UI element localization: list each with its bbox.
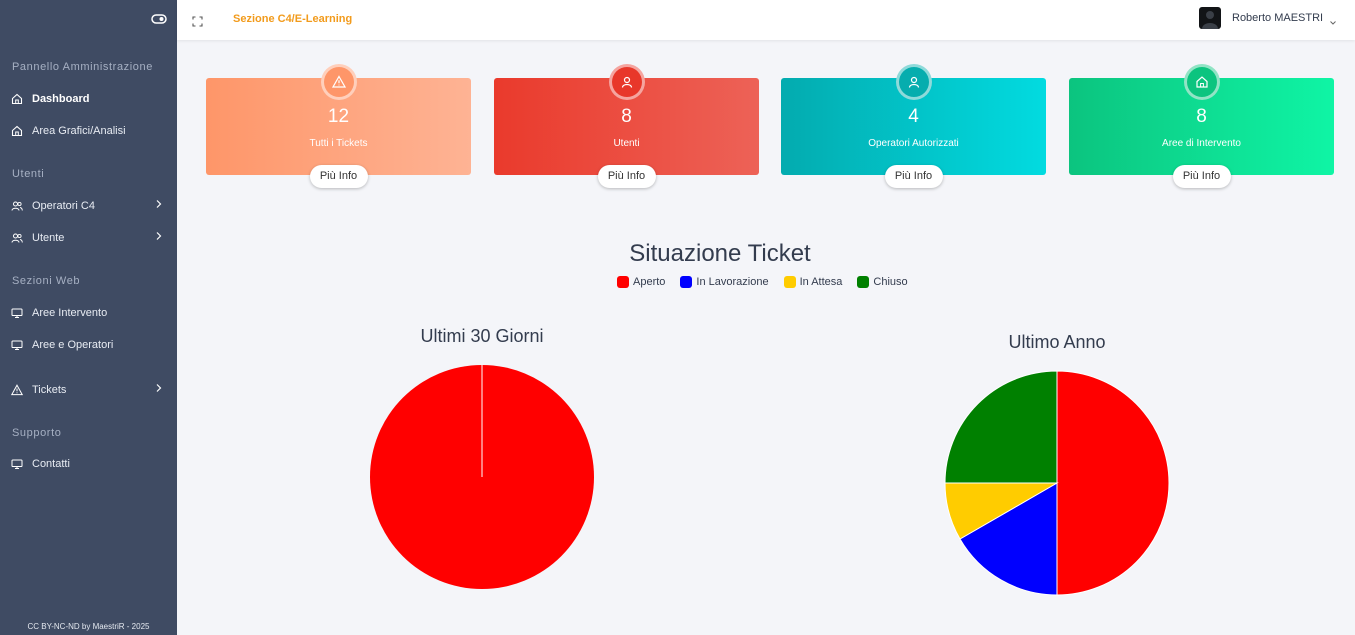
more-info-button[interactable]: Più Info (309, 165, 368, 188)
card-operatori: 4 Operatori Autorizzati Più Info (781, 64, 1046, 188)
sidebar: Pannello Amministrazione Dashboard Area … (0, 0, 177, 635)
user-name[interactable]: Roberto MAESTRI (1232, 12, 1323, 24)
legend-item[interactable]: In Attesa (783, 276, 843, 288)
monitor-icon (11, 307, 23, 319)
pie-slice-aperto[interactable] (1056, 370, 1170, 596)
sidebar-item-operatori-c4[interactable]: Operatori C4 (0, 194, 177, 218)
legend-swatch (680, 276, 693, 288)
toggle-icon[interactable] (151, 12, 167, 26)
sidebar-section-supporto: Supporto (12, 427, 62, 439)
sidebar-section-utenti: Utenti (12, 168, 45, 180)
legend-label: Chiuso (873, 276, 908, 288)
card-value: 12 (327, 106, 350, 127)
pie-chart-last-year (944, 370, 1170, 596)
card-value: 8 (1196, 106, 1207, 127)
card-value: 8 (621, 106, 632, 127)
sidebar-item-aree-operatori[interactable]: Aree e Operatori (0, 333, 177, 357)
card-label: Utenti (613, 138, 640, 149)
fullscreen-icon[interactable] (192, 14, 203, 27)
sidebar-item-contatti[interactable]: Contatti (0, 452, 177, 476)
sidebar-item-label: Dashboard (32, 93, 90, 105)
more-info-button[interactable]: Più Info (884, 165, 943, 188)
legend-swatch (783, 276, 796, 288)
users-icon (11, 200, 23, 212)
warning-icon (11, 384, 23, 396)
top-header: Sezione C4/E-Learning Roberto MAESTRI (177, 0, 1355, 40)
chevron-down-icon[interactable] (1329, 14, 1337, 25)
sidebar-item-label: Utente (32, 232, 65, 244)
users-icon (11, 232, 23, 244)
card-label: Operatori Autorizzati (868, 138, 959, 149)
more-info-button[interactable]: Più Info (597, 165, 656, 188)
sidebar-section-sezioni-web: Sezioni Web (12, 275, 81, 287)
legend-label: In Lavorazione (696, 276, 769, 288)
user-icon (608, 64, 645, 100)
monitor-icon (11, 339, 23, 351)
sidebar-item-dashboard[interactable]: Dashboard (0, 87, 177, 111)
section-title: Sezione C4/E-Learning (233, 13, 353, 25)
sidebar-item-utente[interactable]: Utente (0, 226, 177, 250)
legend-label: In Attesa (799, 276, 843, 288)
legend-swatch (857, 276, 870, 288)
sidebar-item-label: Aree Intervento (32, 307, 108, 319)
sidebar-item-label: Tickets (32, 384, 67, 396)
sidebar-top (0, 0, 177, 40)
sidebar-item-label: Contatti (32, 458, 70, 470)
card-utenti: 8 Utenti Più Info (494, 64, 759, 188)
pie-title-30-days: Ultimi 30 Giorni (420, 326, 544, 346)
user-icon (895, 64, 932, 100)
home-icon (11, 125, 23, 137)
card-tickets: 12 Tutti i Tickets Più Info (206, 64, 471, 188)
chart-section-title: Situazione Ticket (629, 240, 811, 267)
pie-slice-chiuso[interactable] (944, 370, 1058, 484)
card-value: 4 (908, 106, 919, 127)
sidebar-item-label: Area Grafici/Analisi (32, 125, 126, 137)
legend-item[interactable]: Aperto (617, 276, 665, 288)
warning-icon (320, 64, 357, 100)
pie-chart-30-days (370, 365, 594, 589)
monitor-icon (11, 458, 23, 470)
card-aree: 8 Aree di Intervento Più Info (1069, 64, 1334, 188)
chevron-right-icon (155, 199, 163, 209)
chevron-right-icon (155, 231, 163, 241)
more-info-button[interactable]: Più Info (1172, 165, 1231, 188)
home-icon (1183, 64, 1220, 100)
legend-item[interactable]: In Lavorazione (680, 276, 769, 288)
sidebar-section-admin: Pannello Amministrazione (12, 61, 153, 73)
card-label: Tutti i Tickets (309, 138, 368, 149)
legend-item[interactable]: Chiuso (857, 276, 908, 288)
avatar[interactable] (1199, 7, 1221, 29)
sidebar-item-tickets[interactable]: Tickets (0, 378, 177, 402)
card-label: Aree di Intervento (1162, 138, 1241, 149)
sidebar-footer: CC BY-NC-ND by MaestriR - 2025 (27, 622, 150, 631)
sidebar-item-aree-intervento[interactable]: Aree Intervento (0, 301, 177, 325)
chevron-right-icon (155, 383, 163, 393)
home-icon (11, 93, 23, 105)
legend-swatch (617, 276, 629, 288)
legend-label: Aperto (633, 276, 666, 288)
sidebar-item-area-grafici[interactable]: Area Grafici/Analisi (0, 119, 177, 143)
sidebar-item-label: Operatori C4 (32, 200, 95, 212)
sidebar-item-label: Aree e Operatori (32, 339, 114, 351)
pie-title-last-year: Ultimo Anno (1008, 332, 1106, 352)
chart-legend: Aperto In Lavorazione In Attesa Chiuso (617, 276, 923, 288)
